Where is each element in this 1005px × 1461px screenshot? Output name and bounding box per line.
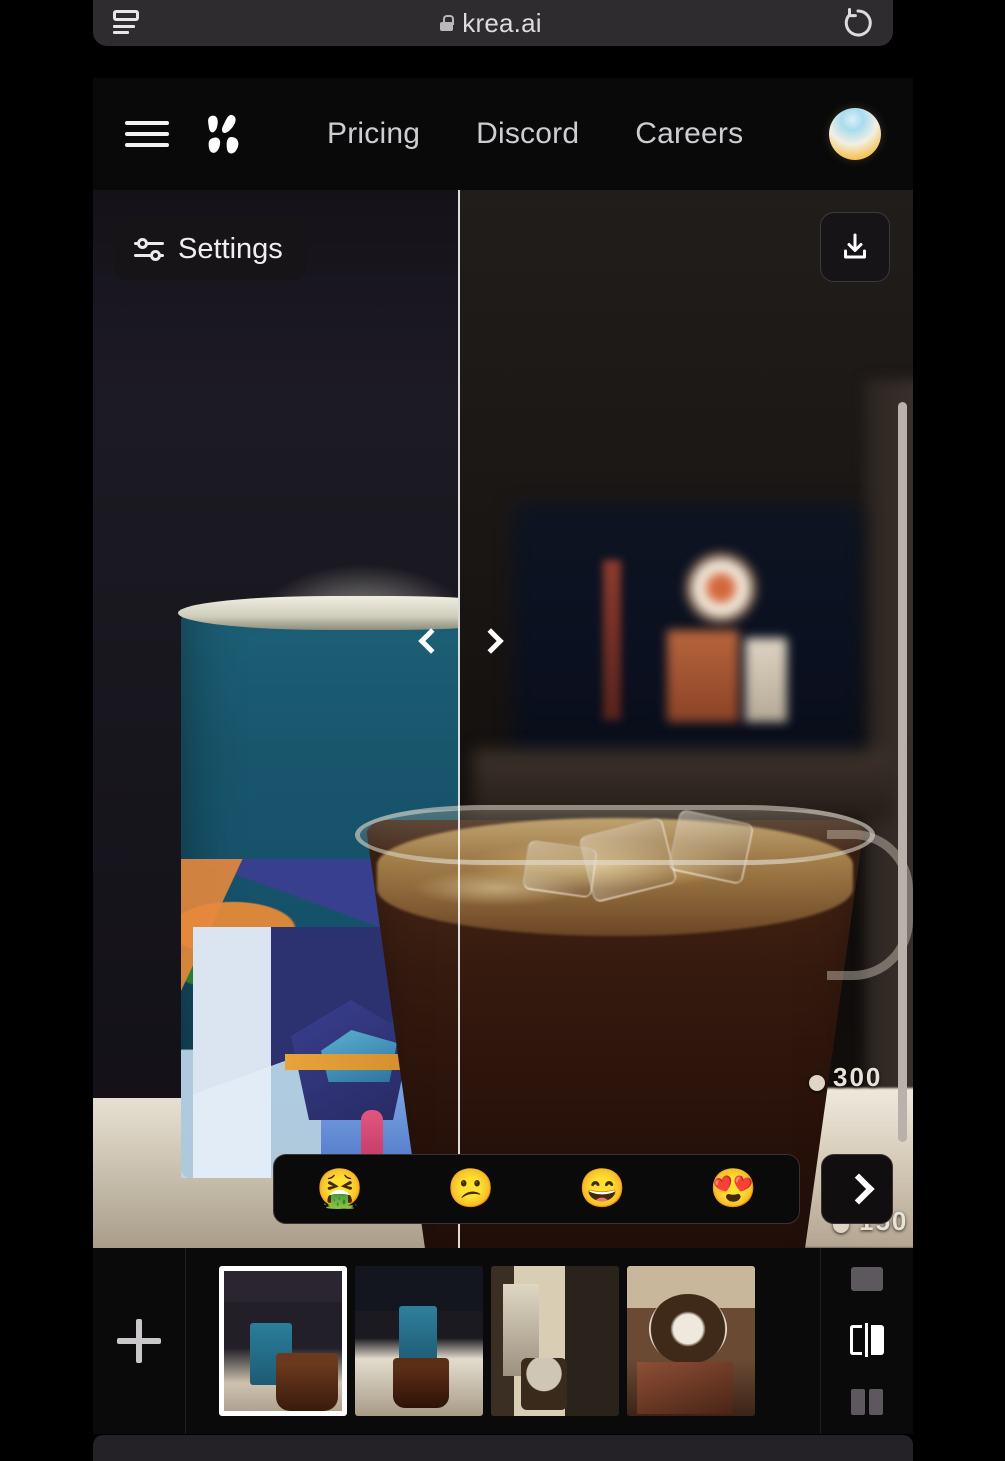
browser-bottom-toolbar[interactable] <box>93 1435 913 1461</box>
reload-icon[interactable] <box>841 6 875 40</box>
settings-button[interactable]: Settings <box>114 218 307 280</box>
compare-divider-handle[interactable] <box>420 622 498 664</box>
nav-link-careers[interactable]: Careers <box>635 117 743 151</box>
nav-link-discord[interactable]: Discord <box>476 117 579 151</box>
confused-face-emoji[interactable]: 😕 <box>447 1170 494 1208</box>
view-mode-compare[interactable] <box>850 1323 884 1357</box>
filmstrip <box>93 1248 913 1434</box>
thumbnail-list <box>219 1266 755 1416</box>
view-mode-switcher <box>821 1248 913 1434</box>
next-button[interactable] <box>821 1154 893 1224</box>
add-image-button[interactable] <box>93 1248 185 1434</box>
download-button[interactable] <box>820 212 890 282</box>
thumbnail-4[interactable] <box>627 1266 755 1416</box>
plus-icon <box>117 1319 161 1363</box>
thumbnail-2[interactable] <box>355 1266 483 1416</box>
browser-url-bar[interactable]: krea.ai <box>93 0 893 46</box>
sliders-icon <box>134 236 164 262</box>
hamburger-menu-icon[interactable] <box>125 119 169 149</box>
lock-icon <box>440 15 455 31</box>
nav-links: Pricing Discord Careers <box>327 117 743 151</box>
chevron-right-icon <box>848 1174 866 1204</box>
view-mode-single[interactable] <box>851 1267 883 1291</box>
chevron-right-icon <box>482 629 498 657</box>
filmstrip-divider-left <box>185 1248 186 1434</box>
grinning-face-emoji[interactable]: 😄 <box>578 1170 625 1208</box>
rating-bar: 🤮 😕 😄 😍 <box>273 1154 800 1224</box>
vomiting-face-emoji[interactable]: 🤮 <box>316 1170 363 1208</box>
url-text: krea.ai <box>462 7 542 38</box>
image-compare-viewer[interactable]: 300 150 Settings <box>93 190 913 1248</box>
measurement-dot-300 <box>809 1075 825 1091</box>
krea-logo[interactable] <box>201 110 249 158</box>
compare-divider[interactable] <box>458 190 460 1248</box>
app-root: krea.ai Pricing Discord Careers 300 Sett… <box>0 0 1005 1461</box>
chevron-left-icon <box>420 629 436 657</box>
settings-label: Settings <box>178 232 283 265</box>
filmstrip-divider-right <box>820 1248 821 1434</box>
heart-eyes-emoji[interactable]: 😍 <box>710 1170 757 1208</box>
measurement-label-300: 300 <box>833 1062 883 1092</box>
site-navigation: Pricing Discord Careers <box>93 78 913 190</box>
room-circular-object <box>685 552 757 624</box>
thumbnail-1[interactable] <box>219 1266 347 1416</box>
vertical-scrollbar[interactable] <box>898 402 907 1142</box>
glass-rim <box>355 805 875 865</box>
reader-mode-icon[interactable] <box>111 10 141 36</box>
view-mode-grid[interactable] <box>851 1389 883 1415</box>
thumbnail-3[interactable] <box>491 1266 619 1416</box>
nav-link-pricing[interactable]: Pricing <box>327 117 420 151</box>
rating-row: 🤮 😕 😄 😍 <box>273 1154 893 1224</box>
download-icon <box>844 233 866 259</box>
avatar[interactable] <box>829 108 881 160</box>
url-display[interactable]: krea.ai <box>141 8 841 39</box>
